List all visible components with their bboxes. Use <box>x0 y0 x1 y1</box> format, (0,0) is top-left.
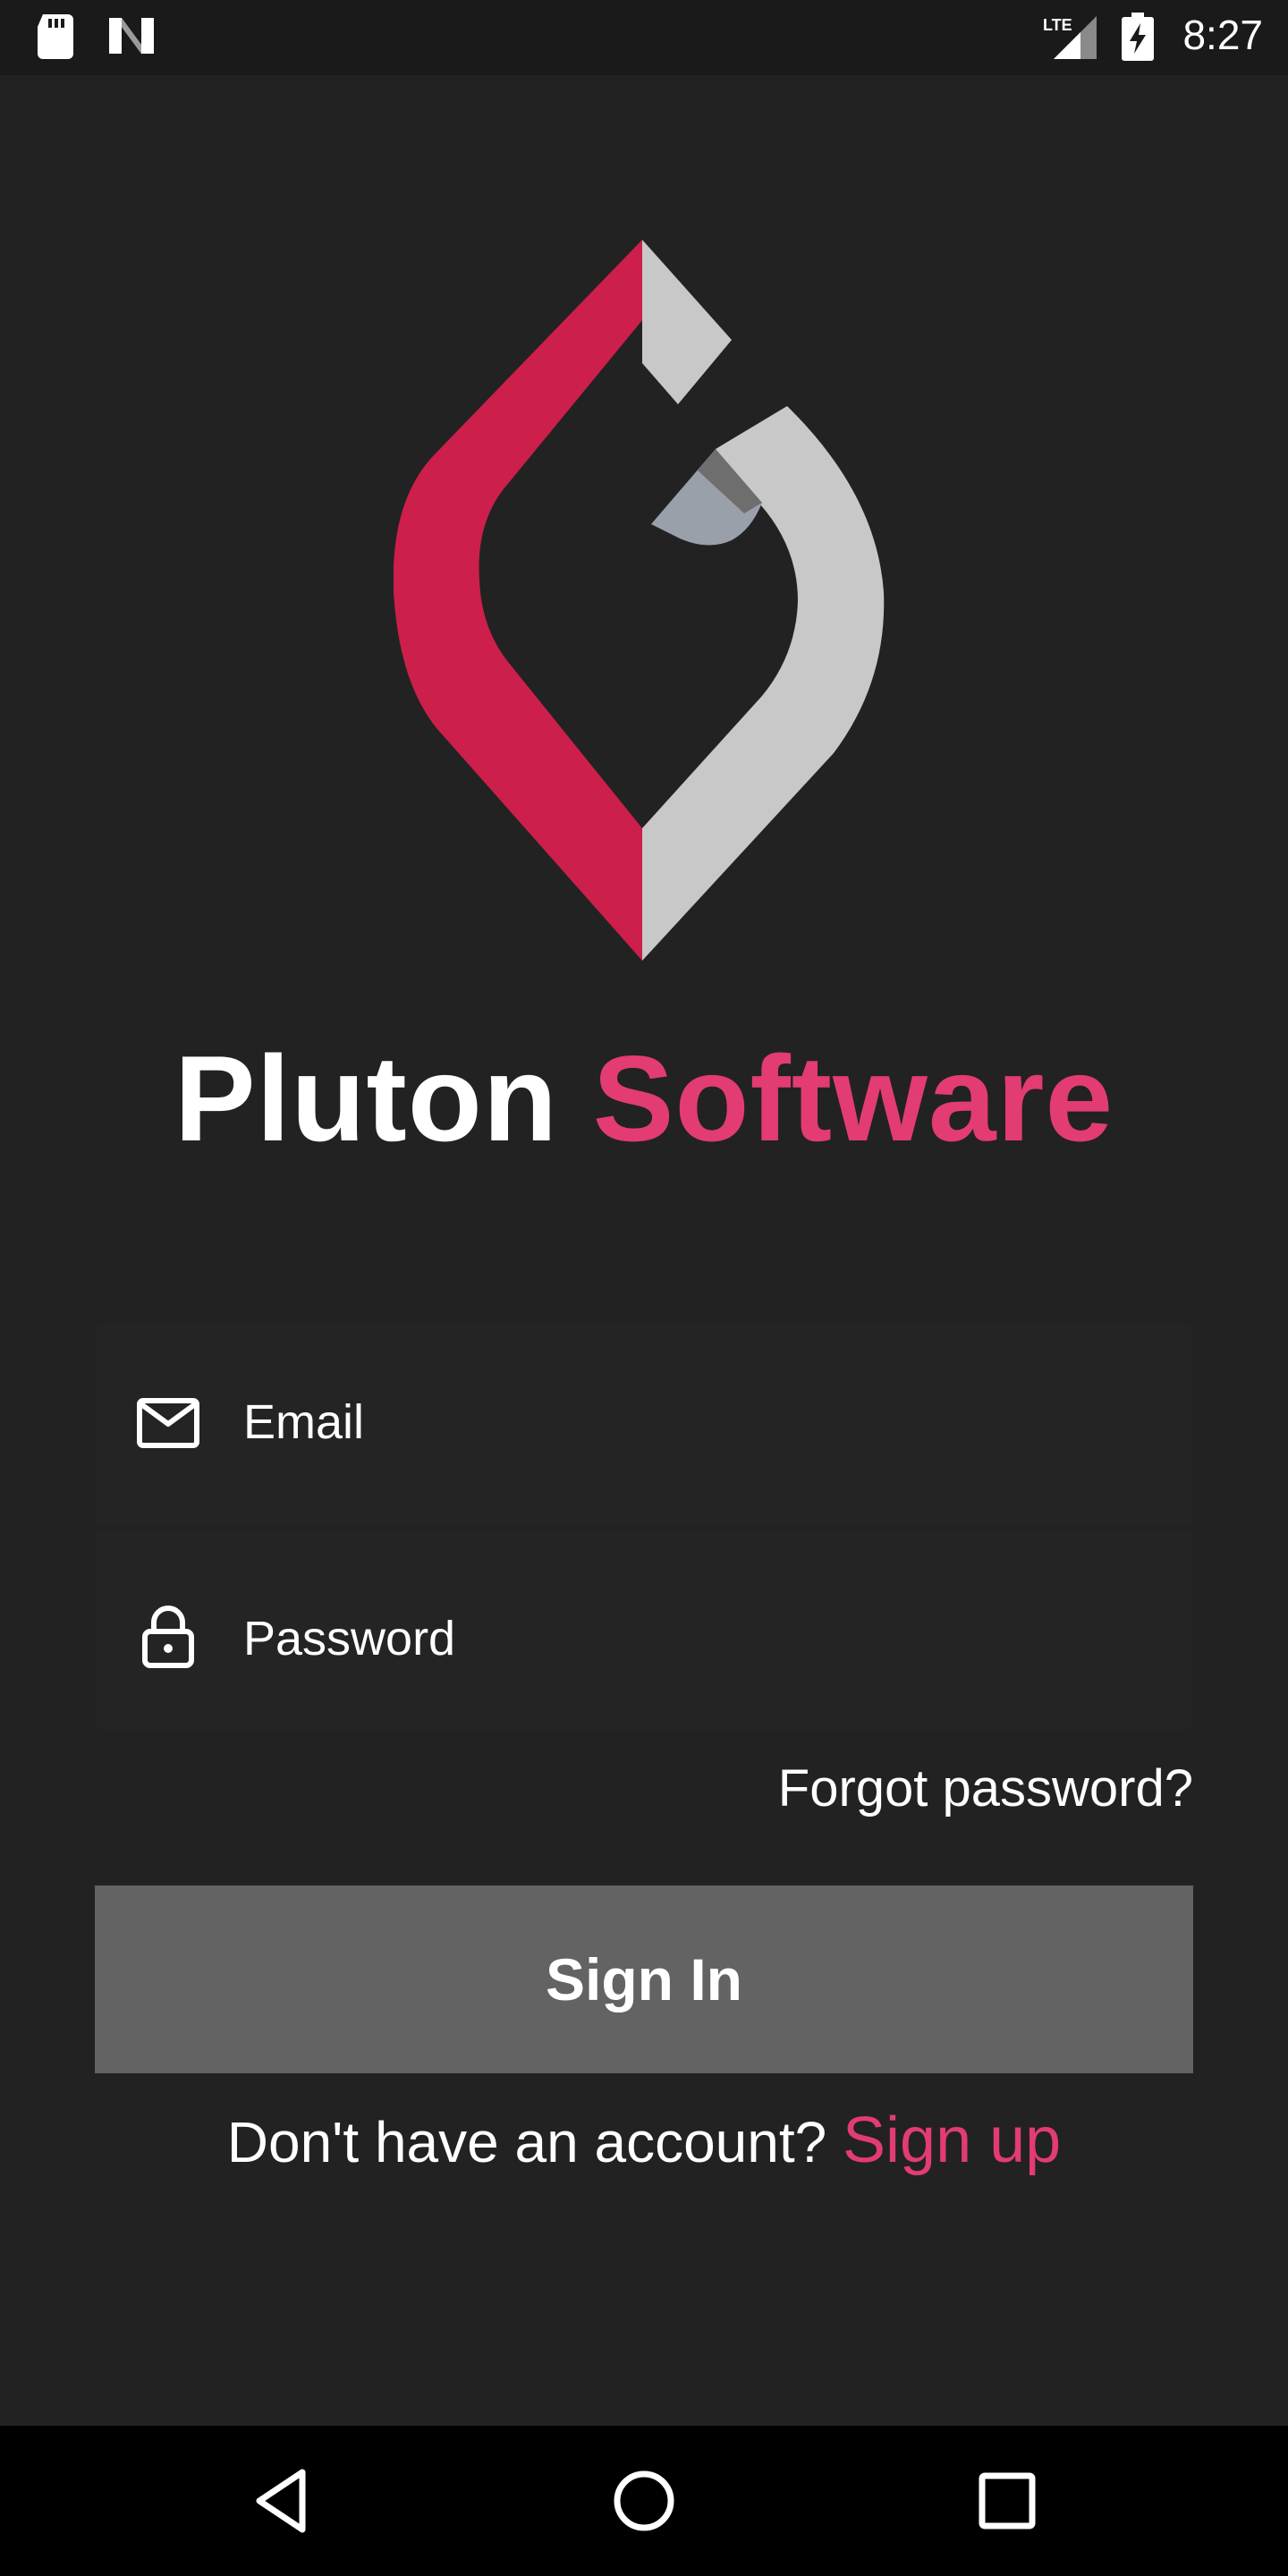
navigation-bar <box>0 2426 1288 2576</box>
back-icon[interactable] <box>247 2465 318 2537</box>
status-time: 8:27 <box>1182 12 1263 58</box>
sign-up-link[interactable]: Sign up <box>843 2105 1061 2176</box>
email-field[interactable] <box>95 1324 1193 1524</box>
n-notification-icon <box>107 14 156 62</box>
signup-prompt: Don't have an account? <box>226 2110 843 2174</box>
mail-icon <box>137 1398 199 1448</box>
app-title: Pluton Software <box>0 1027 1288 1170</box>
title-pluton: Pluton <box>174 1030 558 1166</box>
signup-row: Don't have an account? Sign up <box>0 2104 1288 2177</box>
home-icon[interactable] <box>608 2465 680 2537</box>
password-input[interactable] <box>243 1594 1156 1683</box>
logo-gray-segment <box>642 406 885 961</box>
sign-in-button[interactable]: Sign In <box>95 1885 1193 2073</box>
forgot-password-link[interactable]: Forgot password? <box>778 1758 1193 1818</box>
lock-icon <box>142 1606 194 1668</box>
recents-icon[interactable] <box>971 2465 1043 2537</box>
pluton-logo <box>394 240 885 961</box>
sd-card-icon <box>36 14 75 64</box>
lte-signal-icon: LTE <box>1041 13 1098 65</box>
svg-text:LTE: LTE <box>1043 16 1072 34</box>
login-screen: LTE 8:27 Pluton Software Email Forgot pa… <box>0 0 1288 2576</box>
title-software: Software <box>592 1030 1114 1166</box>
battery-charging-icon <box>1122 13 1154 65</box>
logo-top-tab <box>642 240 732 404</box>
password-field[interactable] <box>95 1530 1193 1730</box>
email-input[interactable] <box>243 1377 1156 1467</box>
logo-red-segment <box>394 240 642 961</box>
status-bar: LTE 8:27 <box>0 0 1288 75</box>
